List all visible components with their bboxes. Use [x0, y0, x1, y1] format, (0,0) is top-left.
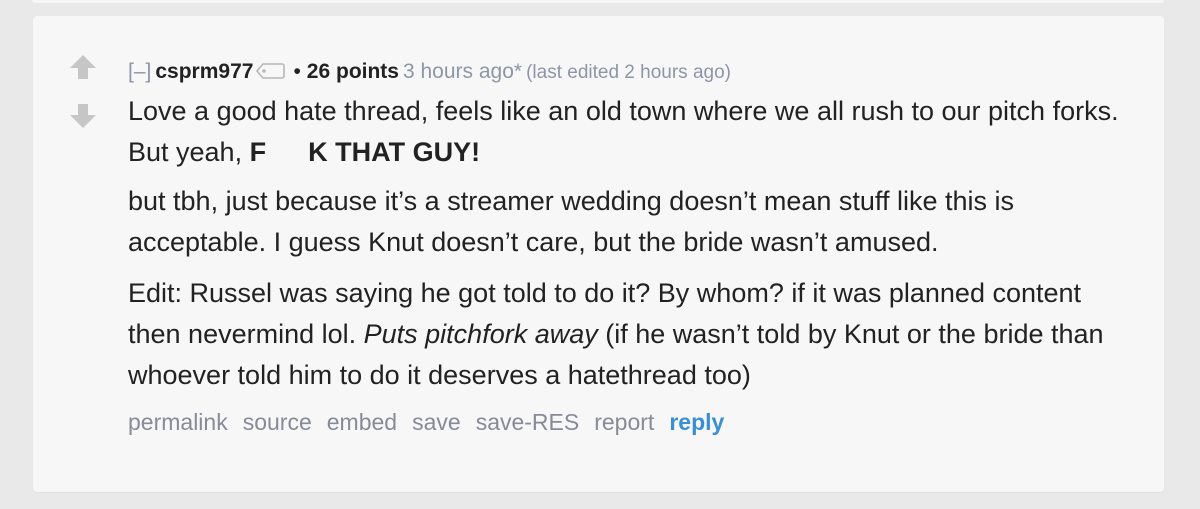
comment-body: Love a good hate thread, feels like an o…: [128, 91, 1138, 396]
comment-actions: permalink source embed save save-RES report re…: [128, 406, 1138, 438]
comment-tagline: [–] csprm977 • 26 points 3 hours ago* (last …: [128, 56, 1138, 89]
censored-bold-end: K THAT GUY!: [308, 137, 481, 167]
report-link[interactable]: report: [594, 409, 654, 435]
author-link[interactable]: csprm977: [155, 60, 253, 83]
source-link[interactable]: source: [243, 409, 312, 435]
score: 26 points: [306, 60, 399, 83]
separator-bullet: •: [293, 60, 301, 83]
edited-note: (last edited 2 hours ago): [526, 62, 731, 83]
timestamp: 3 hours ago*: [402, 60, 523, 83]
comment-paragraph-1: Love a good hate thread, feels like an o…: [128, 91, 1138, 173]
comment-paragraph-3: Edit: Russel was saying he got told to d…: [128, 273, 1138, 396]
arrow-down-icon[interactable]: [68, 101, 98, 131]
reply-link[interactable]: reply: [669, 409, 724, 435]
tag-icon[interactable]: [255, 62, 286, 80]
previous-comment-edge: [32, 0, 1164, 3]
embed-link[interactable]: embed: [327, 409, 397, 435]
permalink-link[interactable]: permalink: [128, 409, 228, 435]
censored-bold-start: F: [249, 137, 267, 167]
comment-content: [–] csprm977 • 26 points 3 hours ago* (last …: [128, 56, 1138, 438]
paragraph-3-italic: Puts pitchfork away: [363, 319, 598, 349]
collapse-toggle[interactable]: [–]: [128, 60, 151, 83]
save-res-link[interactable]: save-RES: [476, 409, 580, 435]
arrow-up-icon[interactable]: [68, 52, 98, 82]
save-link[interactable]: save: [412, 409, 461, 435]
comment-paragraph-2: but tbh, just because it’s a streamer we…: [128, 186, 1014, 257]
paragraph-1-text: Love a good hate thread, feels like an o…: [128, 96, 1119, 167]
